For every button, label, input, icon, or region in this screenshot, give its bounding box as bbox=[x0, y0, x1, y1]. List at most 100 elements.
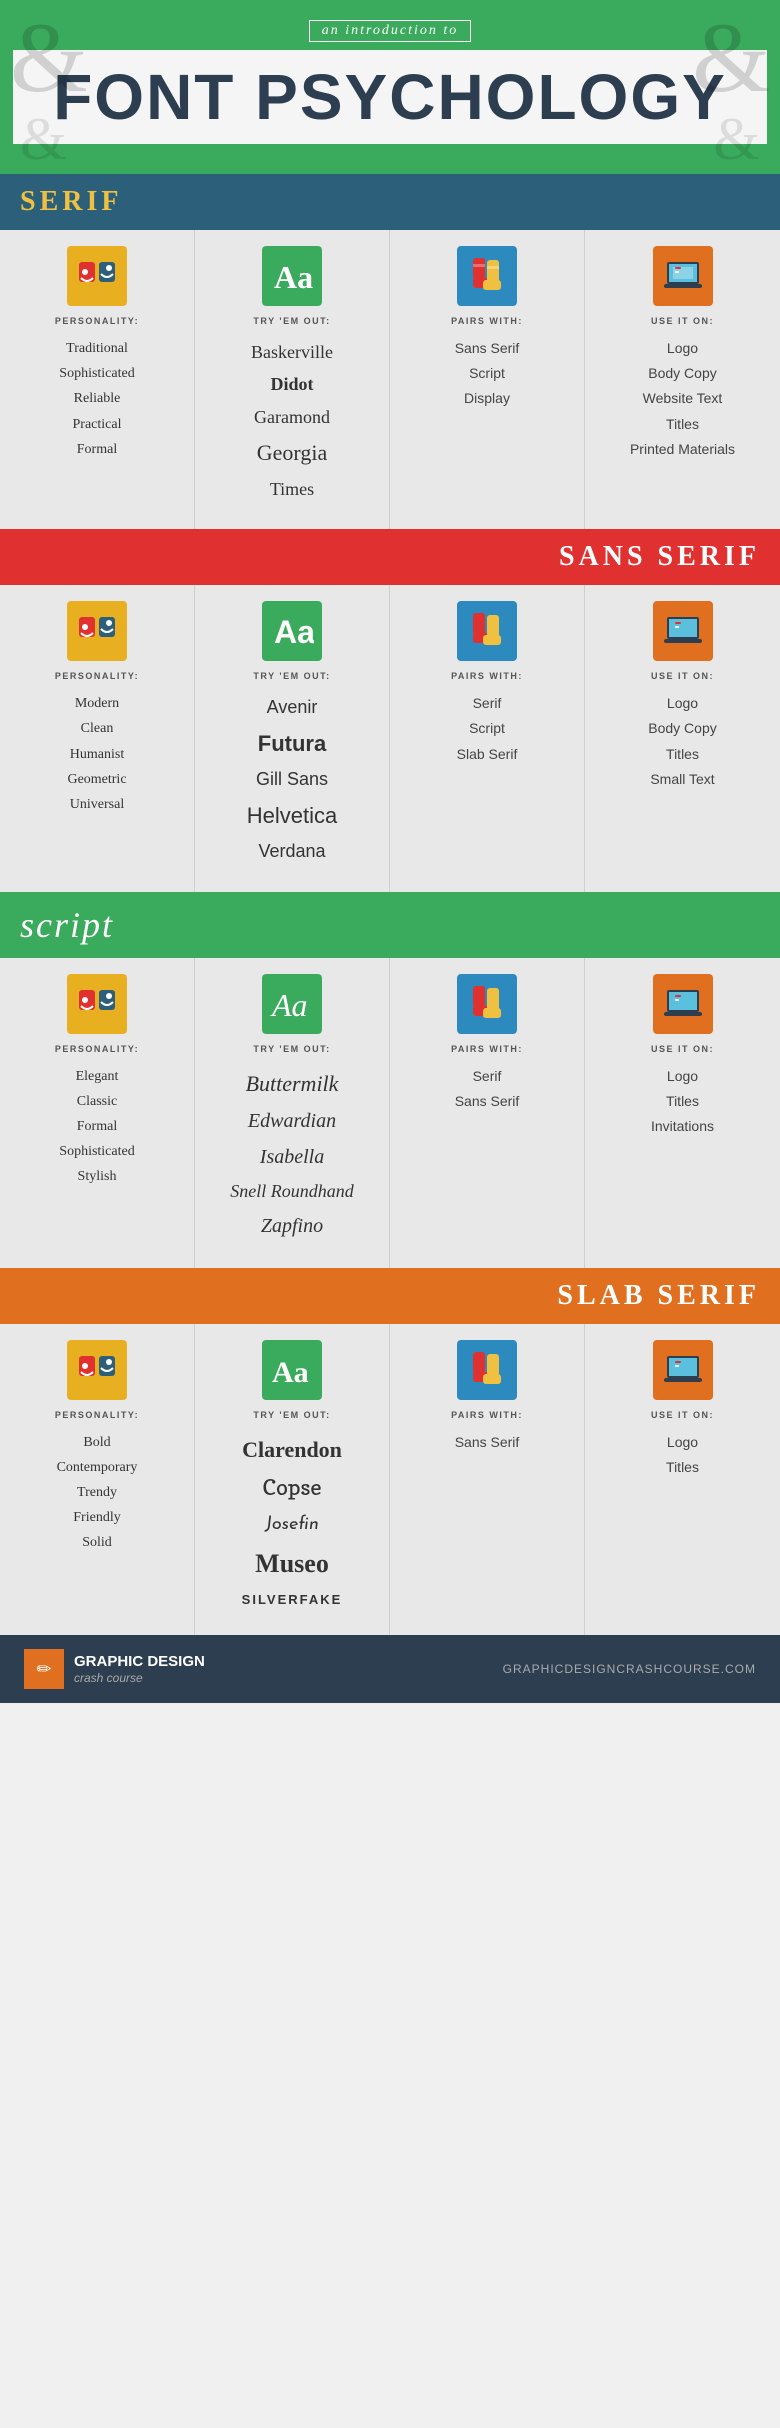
list-item: Sans Serif bbox=[402, 1089, 572, 1114]
list-item: Formal bbox=[12, 437, 182, 462]
script-section-header: script bbox=[0, 892, 780, 958]
socks-svg bbox=[465, 609, 509, 653]
header-title: FONT PSYCHOLOGY bbox=[13, 50, 767, 144]
slab-content: PERSONALITY: Bold Contemporary Trendy Fr… bbox=[0, 1324, 780, 1636]
footer-logo: ✏ GRAPHIC DESIGN crash course bbox=[24, 1649, 205, 1689]
list-item: Sans Serif bbox=[402, 336, 572, 361]
mask-svg bbox=[75, 254, 119, 298]
serif-tryout-list: Baskerville Didot Garamond Georgia Times bbox=[207, 336, 377, 505]
serif-useit-col: USE IT ON: Logo Body Copy Website Text T… bbox=[585, 230, 780, 529]
sans-content: PERSONALITY: Modern Clean Humanist Geome… bbox=[0, 585, 780, 891]
pencil-icon: ✏ bbox=[36, 1659, 51, 1680]
list-item: Small Text bbox=[597, 767, 768, 792]
list-item: Script bbox=[402, 716, 572, 741]
svg-text:Aa: Aa bbox=[270, 987, 308, 1023]
mask-svg bbox=[75, 1348, 119, 1392]
aa-icon: Aa bbox=[262, 601, 322, 661]
list-item: Titles bbox=[597, 1455, 768, 1480]
list-item: Contemporary bbox=[12, 1455, 182, 1480]
laptop-svg bbox=[661, 982, 705, 1026]
list-item: Isabella bbox=[207, 1139, 377, 1175]
script-pairs-list: Serif Sans Serif bbox=[402, 1064, 572, 1114]
script-useit-col: USE IT ON: Logo Titles Invitations bbox=[585, 958, 780, 1268]
slab-tryout-label: TRY 'EM OUT: bbox=[207, 1410, 377, 1420]
serif-pairs-label: PAIRS WITH: bbox=[402, 316, 572, 326]
script-personality-list: Elegant Classic Formal Sophisticated Sty… bbox=[12, 1064, 182, 1190]
slab-pairs-col: PAIRS WITH: Sans Serif bbox=[390, 1324, 585, 1636]
footer-logo-icon: ✏ bbox=[24, 1649, 64, 1689]
script-content: PERSONALITY: Elegant Classic Formal Soph… bbox=[0, 958, 780, 1268]
socks-icon bbox=[457, 974, 517, 1034]
socks-icon bbox=[457, 1340, 517, 1400]
script-tryout-col: Aa TRY 'EM OUT: Buttermilk Edwardian Isa… bbox=[195, 958, 390, 1268]
laptop-icon bbox=[653, 601, 713, 661]
aa-svg: Aa bbox=[270, 609, 314, 653]
list-item: Logo bbox=[597, 336, 768, 361]
list-item: Verdana bbox=[207, 835, 377, 867]
serif-personality-label: PERSONALITY: bbox=[12, 316, 182, 326]
list-item: Invitations bbox=[597, 1114, 768, 1139]
script-pairs-label: PAIRS WITH: bbox=[402, 1044, 572, 1054]
serif-personality-list: Traditional Sophisticated Reliable Pract… bbox=[12, 336, 182, 462]
laptop-icon bbox=[653, 246, 713, 306]
socks-icon bbox=[457, 246, 517, 306]
list-item: Baskerville bbox=[207, 336, 377, 368]
list-item: Serif bbox=[402, 691, 572, 716]
sans-tryout-col: Aa TRY 'EM OUT: Avenir Futura Gill Sans … bbox=[195, 585, 390, 891]
header-deco-right: & bbox=[692, 0, 770, 115]
list-item: Edwardian bbox=[207, 1103, 377, 1139]
laptop-svg bbox=[661, 609, 705, 653]
sans-pairs-col: PAIRS WITH: Serif Script Slab Serif bbox=[390, 585, 585, 891]
list-item: Sophisticated bbox=[12, 1139, 182, 1164]
svg-text:Aa: Aa bbox=[274, 614, 314, 650]
list-item: Didot bbox=[207, 368, 377, 400]
list-item: Snell Roundhand bbox=[207, 1175, 377, 1207]
list-item: Titles bbox=[597, 412, 768, 437]
list-item: Garamond bbox=[207, 401, 377, 433]
list-item: Slab Serif bbox=[402, 742, 572, 767]
list-item: Script bbox=[402, 361, 572, 386]
list-item: Sophisticated bbox=[12, 361, 182, 386]
sans-personality-list: Modern Clean Humanist Geometric Universa… bbox=[12, 691, 182, 817]
slab-tryout-list: Clarendon Copse Josefin Museo SILVERFAKE bbox=[207, 1430, 377, 1612]
list-item: Museo bbox=[207, 1541, 377, 1588]
sans-useit-label: USE IT ON: bbox=[597, 671, 768, 681]
list-item: Modern bbox=[12, 691, 182, 716]
list-item: Classic bbox=[12, 1089, 182, 1114]
script-pairs-col: PAIRS WITH: Serif Sans Serif bbox=[390, 958, 585, 1268]
serif-section-header: SERIF bbox=[0, 174, 780, 230]
script-personality-label: PERSONALITY: bbox=[12, 1044, 182, 1054]
script-personality-col: PERSONALITY: Elegant Classic Formal Soph… bbox=[0, 958, 195, 1268]
slab-tryout-col: Aa TRY 'EM OUT: Clarendon Copse Josefin … bbox=[195, 1324, 390, 1636]
footer: ✏ GRAPHIC DESIGN crash course GRAPHICDES… bbox=[0, 1635, 780, 1703]
footer-logo-text: GRAPHIC DESIGN crash course bbox=[74, 1653, 205, 1685]
mask-svg bbox=[75, 982, 119, 1026]
list-item: Solid bbox=[12, 1530, 182, 1555]
list-item: Stylish bbox=[12, 1164, 182, 1189]
list-item: Avenir bbox=[207, 691, 377, 723]
mask-icon bbox=[67, 974, 127, 1034]
list-item: Logo bbox=[597, 1064, 768, 1089]
svg-text:Aa: Aa bbox=[272, 1356, 309, 1389]
aa-icon: Aa bbox=[262, 1340, 322, 1400]
list-item: Website Text bbox=[597, 386, 768, 411]
list-item: Clean bbox=[12, 716, 182, 741]
slab-useit-col: USE IT ON: Logo Titles bbox=[585, 1324, 780, 1636]
list-item: Printed Materials bbox=[597, 437, 768, 462]
list-item: Buttermilk bbox=[207, 1064, 377, 1104]
footer-brand-name: GRAPHIC DESIGN bbox=[74, 1653, 205, 1670]
list-item: Reliable bbox=[12, 386, 182, 411]
sans-useit-col: USE IT ON: Logo Body Copy Titles Small T… bbox=[585, 585, 780, 891]
serif-section: SERIF PERSONALITY: Traditional Sophistic… bbox=[0, 174, 780, 529]
list-item: Formal bbox=[12, 1114, 182, 1139]
list-item: Friendly bbox=[12, 1505, 182, 1530]
laptop-icon bbox=[653, 974, 713, 1034]
list-item: Gill Sans bbox=[207, 763, 377, 795]
sans-pairs-label: PAIRS WITH: bbox=[402, 671, 572, 681]
laptop-svg bbox=[661, 254, 705, 298]
list-item: Humanist bbox=[12, 742, 182, 767]
aa-icon: Aa bbox=[262, 246, 322, 306]
aa-icon: Aa bbox=[262, 974, 322, 1034]
list-item: SILVERFAKE bbox=[207, 1588, 377, 1611]
serif-tryout-col: Aa TRY 'EM OUT: Baskerville Didot Garamo… bbox=[195, 230, 390, 529]
